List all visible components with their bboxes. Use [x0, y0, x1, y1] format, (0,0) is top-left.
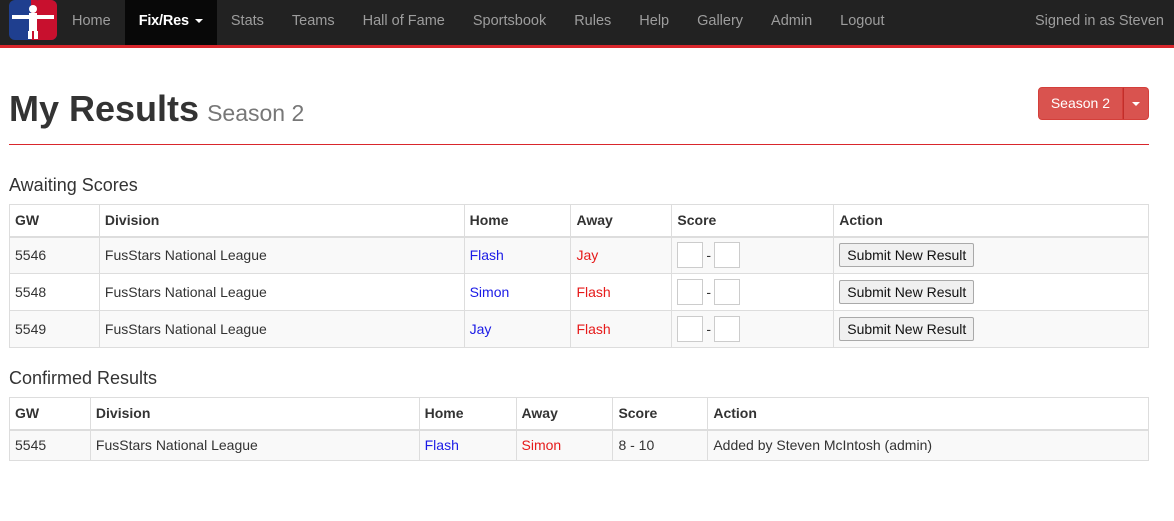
confirmed-results-table: GW Division Home Away Score Action 5545 FusSta…	[9, 397, 1149, 461]
season-selector: Season 2	[1037, 87, 1149, 120]
column-header-gw: GW	[9, 397, 91, 431]
submit-new-result-button[interactable]: Submit New Result	[839, 280, 975, 304]
gameweek-cell: 5549	[9, 310, 100, 348]
table-row: 5545 FusStars National League Flash Simon 8 …	[9, 429, 1149, 461]
home-player-link[interactable]: Jay	[463, 310, 572, 348]
home-score-input[interactable]	[677, 242, 704, 269]
nav-item-label: Gallery	[697, 13, 744, 29]
nav-item-label: Home	[72, 13, 111, 29]
nav-item-label: Logout	[840, 13, 885, 29]
column-header-division: Division	[98, 204, 465, 238]
nav-item-hall-of-fame[interactable]: Hall of Fame	[349, 0, 459, 45]
nav-item-label: Admin	[771, 13, 813, 29]
nav-menu: Home Fix/Res Stats Teams Hall of Fame Sportsb…	[58, 0, 899, 45]
nav-item-help[interactable]: Help	[625, 0, 683, 45]
page-header: My Results Season 2 Season 2	[9, 48, 1149, 145]
away-score-input[interactable]	[714, 279, 741, 305]
nav-item-label: Stats	[230, 13, 264, 29]
away-player-link[interactable]: Jay	[570, 236, 673, 274]
nav-item-gallery[interactable]: Gallery	[683, 0, 757, 45]
nav-item-label: Fix/Res	[138, 13, 189, 29]
awaiting-scores-heading: Awaiting Scores	[9, 175, 138, 195]
nav-item-sportsbook[interactable]: Sportsbook	[459, 0, 560, 45]
home-player-link[interactable]: Flash	[418, 429, 517, 461]
nav-item-rules[interactable]: Rules	[560, 0, 625, 45]
division-cell: FusStars National League	[98, 236, 465, 274]
nav-item-logout[interactable]: Logout	[826, 0, 898, 45]
division-cell: FusStars National League	[89, 429, 420, 461]
score-separator: -	[706, 247, 712, 264]
score-separator: -	[706, 284, 712, 300]
awaiting-scores-table: GW Division Home Away Score Action 5546 FusSta…	[9, 204, 1149, 348]
away-score-input[interactable]	[714, 316, 741, 342]
page-subtitle: Season 2	[207, 100, 305, 126]
fusstars-logo[interactable]	[9, 0, 57, 40]
confirmed-results-heading: Confirmed Results	[9, 368, 158, 388]
away-player-link[interactable]: Simon	[515, 429, 614, 461]
column-header-away: Away	[570, 204, 673, 238]
season-dropdown-toggle[interactable]	[1123, 87, 1149, 120]
division-cell: FusStars National League	[98, 273, 465, 311]
top-navbar: Home Fix/Res Stats Teams Hall of Fame Sportsb…	[0, 0, 1174, 48]
nav-item-teams[interactable]: Teams	[278, 0, 349, 45]
signed-in-text: Signed in as Steven	[1035, 13, 1164, 29]
gameweek-cell: 5545	[9, 429, 91, 461]
submit-new-result-button[interactable]: Submit New Result	[839, 317, 975, 341]
away-score-input[interactable]	[714, 242, 741, 269]
action-cell: Added by Steven McIntosh (admin)	[707, 429, 1149, 461]
table-row: 5546 FusStars National League Flash Jay - Sub…	[9, 236, 1149, 274]
nav-item-admin[interactable]: Admin	[757, 0, 826, 45]
chevron-down-icon	[1132, 102, 1140, 107]
table-row: 5549 FusStars National League Jay Flash - Sub…	[9, 310, 1149, 348]
nav-item-home[interactable]: Home	[58, 0, 125, 45]
division-cell: FusStars National League	[98, 310, 465, 348]
score-cell: 8 - 10	[612, 429, 709, 461]
nav-item-fix-res[interactable]: Fix/Res	[124, 0, 217, 45]
nav-item-label: Rules	[574, 13, 612, 29]
score-separator: -	[706, 321, 712, 337]
table-header-row: GW Division Home Away Score Action	[9, 397, 1149, 431]
home-player-link[interactable]: Simon	[463, 273, 572, 311]
nav-item-label: Teams	[291, 13, 335, 29]
table-row: 5548 FusStars National League Simon Flash - S…	[9, 273, 1149, 311]
home-score-input[interactable]	[677, 279, 704, 305]
page-title: My Results Season 2	[9, 88, 304, 130]
column-header-action: Action	[707, 397, 1149, 431]
column-header-away: Away	[515, 397, 614, 431]
column-header-score: Score	[671, 204, 835, 238]
season-button[interactable]: Season 2	[1037, 87, 1123, 120]
gameweek-cell: 5546	[9, 236, 100, 274]
nav-item-label: Hall of Fame	[362, 13, 445, 29]
column-header-gw: GW	[9, 204, 100, 238]
away-player-link[interactable]: Flash	[570, 310, 673, 348]
score-cell: -	[671, 273, 835, 311]
nav-item-label: Help	[639, 13, 670, 29]
column-header-score: Score	[612, 397, 709, 431]
column-header-home: Home	[463, 204, 572, 238]
column-header-division: Division	[89, 397, 420, 431]
away-player-link[interactable]: Flash	[570, 273, 673, 311]
table-header-row: GW Division Home Away Score Action	[9, 204, 1149, 238]
home-score-input[interactable]	[677, 316, 704, 342]
nav-item-stats[interactable]: Stats	[217, 0, 278, 45]
home-player-link[interactable]: Flash	[463, 236, 572, 274]
action-cell: Submit New Result	[833, 236, 1149, 274]
page-title-text: My Results	[9, 88, 200, 129]
gameweek-cell: 5548	[9, 273, 100, 311]
score-cell: -	[671, 310, 835, 348]
action-cell: Submit New Result	[833, 310, 1149, 348]
submit-new-result-button[interactable]: Submit New Result	[839, 243, 975, 268]
column-header-home: Home	[418, 397, 517, 431]
action-cell: Submit New Result	[833, 273, 1149, 311]
chevron-down-icon	[194, 19, 203, 24]
column-header-action: Action	[833, 204, 1149, 238]
nav-item-label: Sportsbook	[472, 13, 547, 29]
score-cell: -	[671, 236, 835, 274]
